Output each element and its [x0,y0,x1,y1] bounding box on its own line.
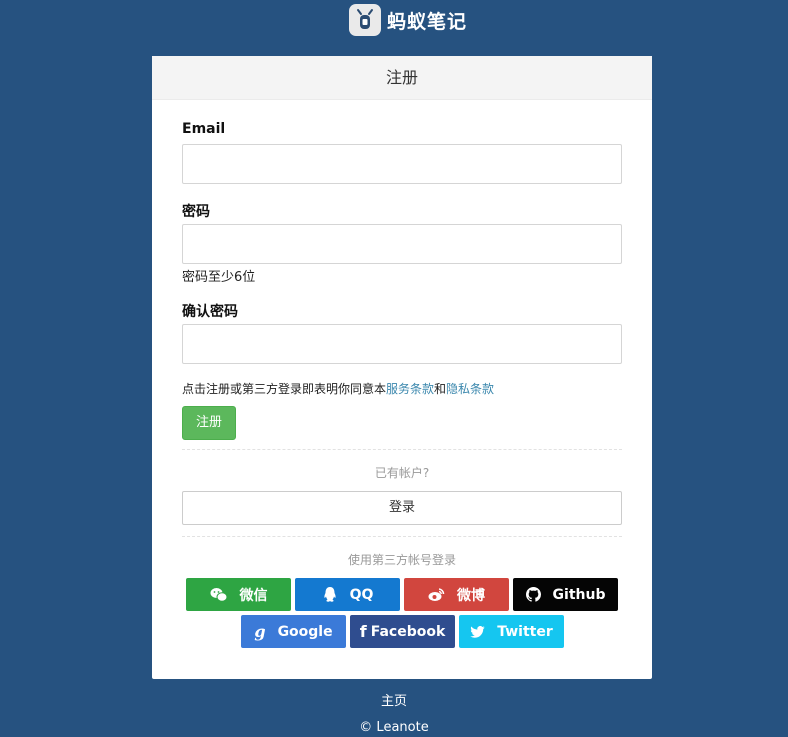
terms-and: 和 [434,382,447,396]
password-label: 密码 [182,204,210,220]
google-login-button[interactable]: g Google [241,615,346,648]
app-logo: 蚂蚁笔记 [349,3,467,37]
google-icon: g [254,622,266,641]
github-label: Github [552,586,606,603]
password-field[interactable] [182,224,622,264]
weibo-icon [428,587,445,602]
copyright-text: © Leanote [359,720,429,735]
confirm-password-field[interactable] [182,324,622,364]
weibo-label: 微博 [457,587,485,604]
qq-icon [322,586,338,603]
logo-text: 蚂蚁笔记 [387,10,468,33]
qq-login-button[interactable]: QQ [295,578,400,611]
facebook-label: Facebook [370,623,446,640]
have-account-text: 已有帐户? [374,466,430,480]
weibo-login-button[interactable]: 微博 [404,578,509,611]
third-party-login-text: 使用第三方帐号登录 [347,553,456,567]
facebook-login-button[interactable]: f Facebook [350,615,455,648]
divider [182,536,622,537]
privacy-policy-link[interactable]: 隐私条款 [446,382,494,396]
terms-text: 点击注册或第三方登录即表明你同意本服务条款和隐私条款 [182,380,494,397]
twitter-icon [470,625,485,638]
terms-of-service-link[interactable]: 服务条款 [386,382,434,396]
qq-label: QQ [349,586,374,603]
terms-prefix: 点击注册或第三方登录即表明你同意本 [182,382,387,396]
twitter-login-button[interactable]: Twitter [459,615,564,648]
twitter-label: Twitter [497,623,553,640]
github-login-button[interactable]: Github [513,578,618,611]
confirm-password-label: 确认密码 [182,304,238,320]
wechat-label: 微信 [239,587,268,604]
google-label: Google [277,623,333,640]
email-label: Email [182,121,226,137]
facebook-icon: f [359,622,367,641]
register-button[interactable]: 注册 [182,406,236,440]
login-button[interactable]: 登录 [182,491,622,525]
home-link[interactable]: 主页 [0,690,788,709]
password-help-text: 密码至少6位 [182,270,256,285]
card-title: 注册 [152,56,652,100]
email-field[interactable] [182,144,622,184]
github-icon [525,587,541,602]
ant-logo-icon [349,4,381,36]
divider [182,449,622,450]
wechat-login-button[interactable]: 微信 [186,578,291,611]
wechat-icon [210,587,228,603]
